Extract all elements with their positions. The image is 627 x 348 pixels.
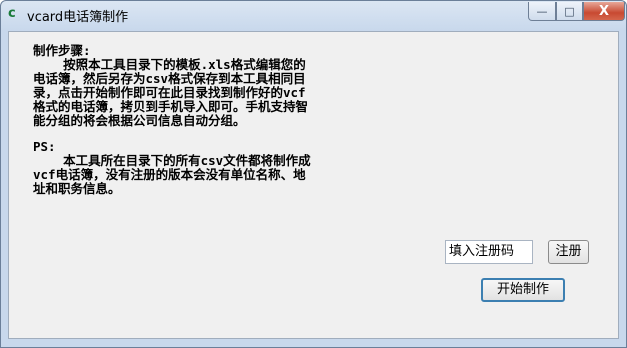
client-area: 制作步骤: 按照本工具目录下的模板.xls格式编辑您的 电话簿，然后另存为csv… [8, 31, 619, 339]
steps-heading: 制作步骤: [33, 43, 91, 58]
steps-line-3: 录，点击开始制作即可在此目录找到制作好的vcf [33, 85, 306, 100]
start-button[interactable]: 开始制作 [481, 278, 565, 302]
steps-line-4: 格式的电话簿，拷贝到手机导入即可。手机支持智 [33, 99, 309, 114]
maximize-icon: □ [564, 4, 575, 18]
maximize-button[interactable]: □ [556, 2, 583, 21]
close-icon: X [598, 3, 610, 19]
register-button[interactable]: 注册 [548, 240, 589, 264]
registration-code-field[interactable]: 填入注册码 [445, 240, 533, 264]
ps-line-1: 本工具所在目录下的所有csv文件都将制作成 [33, 153, 311, 168]
steps-line-1: 按照本工具目录下的模板.xls格式编辑您的 [33, 57, 306, 72]
ps-line-3: 址和职务信息。 [33, 181, 121, 196]
close-button[interactable]: X [583, 2, 625, 21]
app-icon: ᴄ [8, 6, 16, 21]
ps-line-2: vcf电话簿，没有注册的版本会没有单位名称、地 [33, 167, 306, 182]
ps-heading: PS: [33, 139, 56, 154]
steps-line-5: 能分组的将会根据公司信息自动分组。 [33, 113, 246, 128]
title-bar[interactable]: ᴄ vcard电话簿制作 — □ X [1, 1, 626, 31]
minimize-button[interactable]: — [528, 2, 556, 21]
window-title: vcard电话簿制作 [27, 10, 129, 25]
app-window: ᴄ vcard电话簿制作 — □ X 制作步骤: 按照本工具目录下的模板.xls… [0, 0, 627, 348]
minimize-icon: — [536, 4, 548, 18]
steps-line-2: 电话簿，然后另存为csv格式保存到本工具相同目 [33, 71, 306, 86]
